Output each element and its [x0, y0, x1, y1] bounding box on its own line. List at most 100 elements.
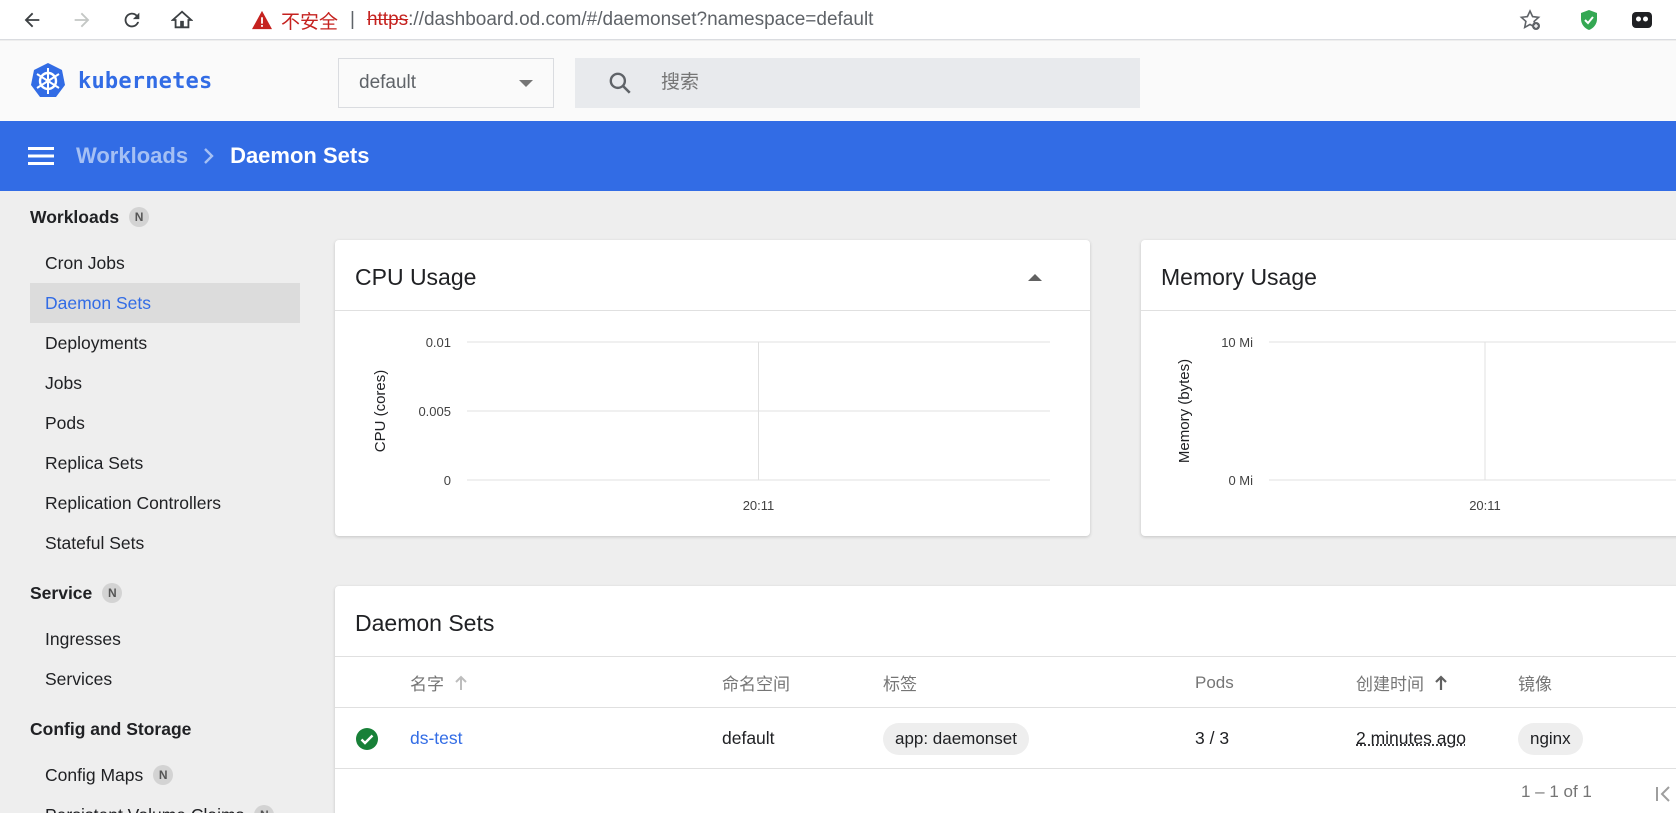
- created-cell: 2 minutes ago: [1356, 709, 1466, 768]
- url-separator: |: [350, 9, 355, 31]
- sidebar-nav: Workloads N Cron Jobs Daemon Sets Deploy…: [0, 191, 310, 813]
- y-tick-label: 0.005: [418, 404, 451, 419]
- table-row: ds-test default app: daemonset 3 / 3 2 m…: [335, 709, 1676, 769]
- labels-cell: app: daemonset: [883, 709, 1029, 768]
- warning-icon: [251, 10, 273, 30]
- reload-button[interactable]: [114, 2, 150, 38]
- arrow-right-icon: [71, 9, 93, 31]
- search-icon: [607, 70, 633, 96]
- back-button[interactable]: [14, 2, 50, 38]
- y-tick-label: 0: [444, 473, 451, 488]
- hamburger-menu-icon: [28, 145, 54, 167]
- memory-usage-card: Memory Usage 0 Mi 10 Mi 20:11 Memory (bytes…: [1141, 240, 1676, 536]
- shield-extension-icon[interactable]: [1577, 8, 1601, 32]
- sidebar-item-replication-controllers[interactable]: Replication Controllers: [30, 483, 300, 523]
- column-label: 名字: [410, 670, 444, 695]
- y-tick-label: 0.01: [426, 335, 451, 350]
- sidebar-item-persistent-volume-claims[interactable]: Persistent Volume Claims N: [30, 795, 300, 813]
- card-title: CPU Usage: [355, 264, 476, 291]
- sidebar-item-pods[interactable]: Pods: [30, 403, 300, 443]
- search-bar[interactable]: [575, 58, 1140, 108]
- arrow-up-icon: [1434, 675, 1448, 691]
- nav-group-workloads[interactable]: Workloads N: [0, 199, 310, 235]
- y-tick-label: 10 Mi: [1221, 335, 1253, 350]
- security-label: 不安全: [281, 7, 338, 34]
- x-tick-label: 20:11: [1469, 498, 1501, 513]
- kubernetes-logo[interactable]: kubernetes: [28, 61, 212, 101]
- pagination-range: 1 – 1 of 1: [1521, 782, 1592, 802]
- pods-cell: 3 / 3: [1195, 709, 1229, 768]
- column-header-namespace[interactable]: 命名空间: [722, 658, 790, 707]
- nav-group-label: Service: [30, 583, 92, 604]
- home-button[interactable]: [164, 2, 200, 38]
- security-warning[interactable]: 不安全: [251, 7, 338, 34]
- forward-button[interactable]: [64, 2, 100, 38]
- column-label: 创建时间: [1356, 670, 1424, 695]
- first-page-icon[interactable]: [1651, 782, 1675, 806]
- nav-group-label: Config and Storage: [30, 719, 191, 740]
- nav-group-config-and-storage[interactable]: Config and Storage: [0, 711, 310, 747]
- search-input[interactable]: [661, 72, 1111, 94]
- sidebar-item-label: Config Maps: [45, 765, 143, 786]
- extension-icon[interactable]: [1630, 8, 1654, 32]
- url-scheme: https: [367, 9, 408, 31]
- sidebar-item-daemon-sets[interactable]: Daemon Sets: [30, 283, 300, 323]
- bookmark-star-icon[interactable]: [1518, 8, 1542, 32]
- column-header-labels: 标签: [883, 658, 917, 707]
- sidebar-item-label: Persistent Volume Claims: [45, 805, 244, 813]
- helm-wheel-icon: [28, 61, 68, 101]
- caret-up-icon[interactable]: [1028, 274, 1042, 281]
- caret-down-icon: [519, 80, 533, 87]
- column-header-pods: Pods: [1195, 658, 1234, 707]
- namespace-cell: default: [722, 709, 775, 768]
- chevron-right-icon: [202, 146, 216, 166]
- address-bar[interactable]: 不安全 | https://dashboard.od.com/#/daemons…: [233, 2, 1543, 38]
- sidebar-item-jobs[interactable]: Jobs: [30, 363, 300, 403]
- table-header: 名字 命名空间 标签 Pods 创建时间 镜像: [335, 658, 1676, 708]
- reload-icon: [121, 9, 143, 31]
- arrow-left-icon: [21, 9, 43, 31]
- x-tick-label: 20:11: [743, 498, 775, 513]
- sidebar-item-ingresses[interactable]: Ingresses: [30, 619, 300, 659]
- arrow-up-icon: [454, 675, 468, 691]
- logo-text: kubernetes: [78, 69, 212, 94]
- sidebar-item-services[interactable]: Services: [30, 659, 300, 699]
- app-header: kubernetes default: [0, 41, 1676, 121]
- column-header-name[interactable]: 名字: [410, 658, 468, 707]
- column-header-created[interactable]: 创建时间: [1356, 658, 1448, 707]
- nav-group-label: Workloads: [30, 207, 119, 228]
- check-circle-icon: [355, 727, 379, 751]
- breadcrumb-workloads[interactable]: Workloads: [76, 143, 188, 169]
- daemon-set-name-link[interactable]: ds-test: [410, 709, 463, 768]
- sidebar-item-stateful-sets[interactable]: Stateful Sets: [30, 523, 300, 563]
- card-title: Daemon Sets: [355, 610, 494, 637]
- namespaced-badge: N: [153, 765, 173, 785]
- namespaced-badge: N: [254, 805, 274, 813]
- namespace-select[interactable]: default: [338, 58, 554, 108]
- browser-toolbar: 不安全 | https://dashboard.od.com/#/daemons…: [0, 0, 1676, 40]
- menu-button[interactable]: [28, 143, 54, 169]
- sidebar-item-replica-sets[interactable]: Replica Sets: [30, 443, 300, 483]
- home-icon: [171, 9, 193, 31]
- nav-group-service[interactable]: Service N: [0, 575, 310, 611]
- namespaced-badge: N: [102, 583, 122, 603]
- cpu-usage-card: CPU Usage 0 0.005 0.01 20:11 CPU (cores): [335, 240, 1090, 536]
- url-path: ://dashboard.od.com/#/daemonset?namespac…: [408, 9, 873, 31]
- namespace-value: default: [359, 72, 416, 94]
- images-cell: nginx: [1518, 709, 1583, 768]
- namespaced-badge: N: [129, 207, 149, 227]
- daemon-sets-card: Daemon Sets 名字 命名空间 标签 Pods 创建时间 镜像 ds-t…: [335, 586, 1676, 813]
- sidebar-item-cron-jobs[interactable]: Cron Jobs: [30, 243, 300, 283]
- card-divider: [335, 656, 1676, 657]
- page-toolbar: Workloads Daemon Sets: [0, 121, 1676, 191]
- sidebar-item-config-maps[interactable]: Config Maps N: [30, 755, 300, 795]
- y-tick-label: 0 Mi: [1228, 473, 1253, 488]
- y-axis-label: CPU (cores): [372, 370, 389, 453]
- memory-usage-chart: 0 Mi 10 Mi 20:11 Memory (bytes): [1141, 310, 1676, 536]
- label-chip: app: daemonset: [883, 723, 1029, 755]
- column-header-images: 镜像: [1518, 658, 1552, 707]
- card-title: Memory Usage: [1161, 264, 1317, 291]
- cpu-usage-chart: 0 0.005 0.01 20:11 CPU (cores): [335, 310, 1090, 536]
- sidebar-item-deployments[interactable]: Deployments: [30, 323, 300, 363]
- image-chip: nginx: [1518, 723, 1583, 755]
